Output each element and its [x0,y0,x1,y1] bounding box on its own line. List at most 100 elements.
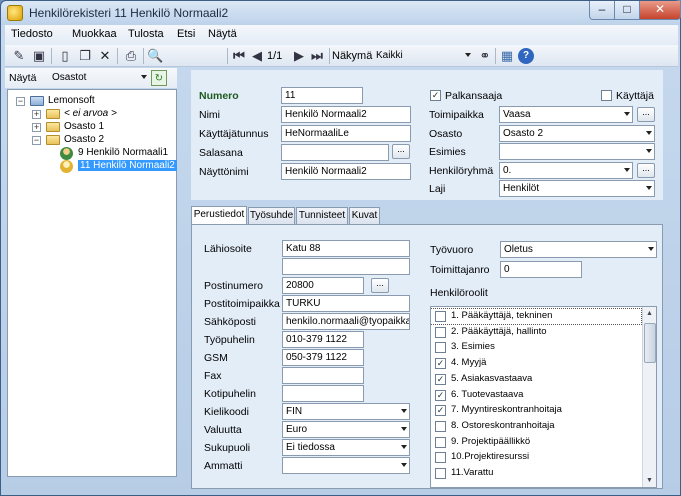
maximize-button[interactable]: □ [614,1,640,20]
toimipaikka-select[interactable]: Vaasa [499,106,633,123]
lahiosoite2-field[interactable] [282,258,410,275]
form-view-icon[interactable]: ▦ [499,48,515,64]
collapse-icon[interactable]: − [16,97,25,106]
toimipaikka-browse-button[interactable]: ... [637,107,655,122]
role-checkbox[interactable]: ✓ [435,373,446,385]
fax-field[interactable] [282,367,364,384]
role-checkbox[interactable] [435,452,446,464]
kayttaja-checkbox[interactable] [601,90,612,101]
tree-node-osasto-2[interactable]: − Osasto 2 [32,134,172,147]
edit-icon[interactable]: ✎ [11,48,27,64]
role-item[interactable]: 8. Ostoreskontranhoitaja [431,419,641,434]
role-item[interactable]: ✓ 6. Tuotevastaava [431,388,641,403]
salasana-field[interactable] [281,144,389,161]
minimize-button[interactable]: – [589,1,615,20]
role-item[interactable]: 2. Pääkäyttäjä, hallinto [431,325,641,340]
sukupuoli-value: Ei tiedossa [286,442,335,453]
nayttonimi-field[interactable]: Henkilö Normaali2 [281,163,411,180]
menu-etsi[interactable]: Etsi [177,28,195,40]
tyopuhelin-field[interactable]: 010-379 1122 [282,331,364,348]
tree-node-person-9[interactable]: 9 Henkilö Normaali1 [60,147,172,160]
role-checkbox[interactable]: ✓ [435,389,446,401]
tyovuoro-select[interactable]: Oletus [500,241,657,258]
close-button[interactable]: ✕ [639,1,681,20]
tree-node-person-11[interactable]: 11 Henkilö Normaali2 [60,160,177,173]
henkiloryhma-select[interactable]: 0. [499,162,633,179]
find-icon[interactable]: 🔍 [147,48,163,64]
osasto-select[interactable]: Osasto 2 [499,125,655,142]
gsm-field[interactable]: 050-379 1122 [282,349,364,366]
role-checkbox[interactable] [435,468,446,479]
role-item[interactable]: 11.Varattu [431,466,641,481]
menu-tulosta[interactable]: Tulosta [128,28,164,40]
lahiosoite-field[interactable]: Katu 88 [282,240,410,257]
role-item[interactable]: 1. Pääkäyttäjä, tekninen [431,308,642,325]
postinumero-browse-button[interactable]: ... [371,278,389,293]
role-checkbox[interactable] [435,326,446,338]
kielikoodi-select[interactable]: FIN [282,403,410,420]
role-item[interactable]: 9. Projektipäällikkö [431,435,641,450]
expand-icon[interactable]: + [32,123,41,132]
nimi-label: Nimi [199,109,220,121]
kayttajatunnus-field[interactable]: HeNormaaliLe [281,125,411,142]
menu-nayta[interactable]: Näytä [208,28,237,40]
palkansaaja-checkbox[interactable]: ✓ [430,90,441,101]
copy-icon[interactable]: ❐ [77,48,93,64]
henkiloryhma-browse-button[interactable]: ... [637,163,655,178]
valuutta-select[interactable]: Euro [282,421,410,438]
postinumero-field[interactable]: 20800 [282,277,364,294]
ammatti-select[interactable] [282,457,410,474]
scroll-down-icon[interactable]: ▼ [646,477,653,484]
laji-select[interactable]: Henkilöt [499,180,655,197]
save-icon[interactable]: ▣ [31,48,47,64]
role-item[interactable]: ✓ 5. Asiakasvastaava [431,372,641,387]
print-icon[interactable]: ⎙ [123,48,139,64]
roles-list: 1. Pääkäyttäjä, tekninen 2. Pääkäyttäjä, … [430,306,657,488]
help-icon[interactable]: ? [518,48,534,64]
tab-tunnisteet[interactable]: Tunnisteet [296,207,348,224]
role-checkbox[interactable] [435,436,446,448]
view-select[interactable]: Kaikki [373,48,473,65]
role-item[interactable]: ✓ 4. Myyjä [431,356,641,371]
scroll-up-icon[interactable]: ▲ [646,310,653,317]
role-item[interactable]: 10.Projektiresurssi [431,450,641,465]
menu-muokkaa[interactable]: Muokkaa [72,28,117,40]
tree-node-no-value[interactable]: + < ei arvoa > [32,108,172,121]
salasana-browse-button[interactable]: ... [392,144,410,159]
numero-field[interactable]: 11 [281,87,363,104]
collapse-icon[interactable]: − [32,136,41,145]
esimies-select[interactable] [499,143,655,160]
tab-perustiedot[interactable]: Perustiedot [191,206,247,225]
sahkoposti-field[interactable]: henkilo.normaali@tyopaikka.cor [282,313,410,330]
tab-kuvat[interactable]: Kuvat [349,207,380,224]
role-checkbox[interactable] [435,420,446,432]
menu-tiedosto[interactable]: Tiedosto [11,28,53,40]
toimittajanro-field[interactable]: 0 [500,261,582,278]
link-icon[interactable]: ⚭ [477,48,493,64]
show-select[interactable]: Osastot [49,70,149,87]
first-record-icon[interactable]: ⏮ [231,48,247,64]
expand-icon[interactable]: + [32,110,41,119]
role-checkbox[interactable]: ✓ [435,405,446,417]
tree-node-lemonsoft[interactable]: − Lemonsoft [16,95,166,108]
sukupuoli-select[interactable]: Ei tiedossa [282,439,410,456]
role-checkbox[interactable]: ✓ [435,358,446,370]
role-item[interactable]: ✓ 7. Myyntireskontranhoitaja [431,403,641,418]
scroll-thumb[interactable] [644,323,656,363]
role-label: 1. Pääkäyttäjä, tekninen [451,310,553,321]
role-item[interactable]: 3. Esimies [431,340,641,355]
prev-record-icon[interactable]: ◀ [249,48,265,64]
new-icon[interactable]: ▯ [57,48,73,64]
kotipuhelin-field[interactable] [282,385,364,402]
tab-tyosuhde[interactable]: Työsuhde [248,207,295,224]
last-record-icon[interactable]: ⏭ [309,48,325,64]
next-record-icon[interactable]: ▶ [291,48,307,64]
postitoimipaikka-field[interactable]: TURKU [282,295,410,312]
delete-icon[interactable]: ✕ [97,48,113,64]
role-checkbox[interactable] [435,311,446,322]
nimi-field[interactable]: Henkilö Normaali2 [281,106,411,123]
roles-scrollbar[interactable]: ▲ ▼ [642,307,656,487]
tree-node-osasto-1[interactable]: + Osasto 1 [32,121,172,134]
refresh-icon[interactable]: ↻ [151,70,167,86]
role-checkbox[interactable] [435,342,446,354]
